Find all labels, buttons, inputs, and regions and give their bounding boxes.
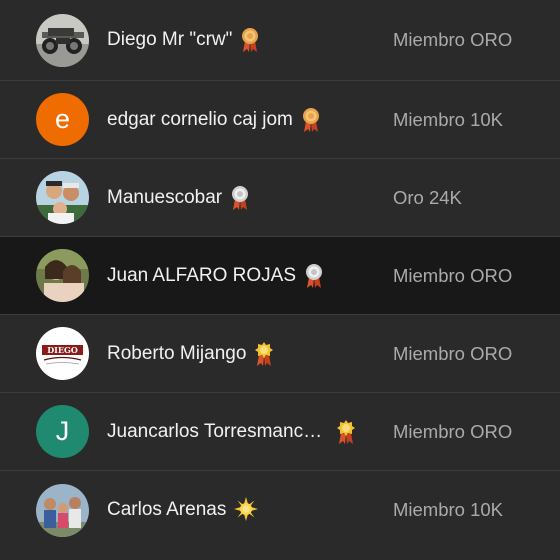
avatar-letter: J xyxy=(55,416,70,446)
member-row[interactable]: Manuescobar Oro 24K xyxy=(0,159,560,237)
sun-icon xyxy=(234,497,259,523)
member-name[interactable]: Manuescobar xyxy=(107,187,222,209)
couple-photo-icon xyxy=(36,249,89,302)
membership-level: Miembro 10K xyxy=(393,499,504,520)
membership-level: Miembro ORO xyxy=(393,29,513,50)
motorcycle-photo-icon xyxy=(36,13,89,67)
membership-level: Miembro ORO xyxy=(393,342,513,364)
silver-medal-icon xyxy=(304,263,324,289)
avatar[interactable] xyxy=(36,171,89,224)
member-row[interactable]: Diego Mr "crw" Miembro ORO xyxy=(0,0,560,81)
member-name[interactable]: Diego Mr "crw" xyxy=(107,29,232,51)
membership-level: Miembro ORO xyxy=(393,264,513,286)
avatar[interactable] xyxy=(36,13,89,67)
membership-level: Oro 24K xyxy=(393,186,462,208)
member-row[interactable]: J Juancarlos Torresmanc… Miembro ORO xyxy=(0,393,560,471)
membership-level: Miembro ORO xyxy=(393,420,513,442)
avatar-letter: e xyxy=(54,104,71,134)
member-name[interactable]: Juancarlos Torresmanc… xyxy=(107,421,322,443)
member-name[interactable]: Roberto Mijango xyxy=(107,343,246,365)
member-row[interactable]: Juan ALFARO ROJAS Miembro ORO xyxy=(0,237,560,315)
member-name[interactable]: edgar cornelio caj jom xyxy=(107,109,293,131)
yellow-medal-icon xyxy=(254,341,274,367)
gold-medal-icon xyxy=(240,27,260,53)
gold-medal-icon xyxy=(301,107,321,133)
family-photo-icon xyxy=(36,483,89,537)
member-name[interactable]: Juan ALFARO ROJAS xyxy=(107,265,296,287)
members-list: Diego Mr "crw" Miembro ORO e edgar corne… xyxy=(0,0,560,560)
svg-text:DIEGO: DIEGO xyxy=(47,345,78,355)
avatar[interactable]: J xyxy=(36,405,89,458)
member-row[interactable]: e edgar cornelio caj jom Miembro 10K xyxy=(0,81,560,159)
membership-level: Miembro 10K xyxy=(393,108,504,130)
avatar[interactable] xyxy=(36,249,89,302)
member-row[interactable]: DIEGO Roberto Mijango Miembro ORO xyxy=(0,315,560,393)
member-name[interactable]: Carlos Arenas xyxy=(107,499,226,521)
silver-medal-icon xyxy=(230,185,250,211)
member-row[interactable]: Carlos Arenas Miembro 10K xyxy=(0,471,560,549)
group-selfie-photo-icon xyxy=(36,171,89,224)
yellow-medal-icon xyxy=(336,419,356,445)
avatar[interactable] xyxy=(36,483,89,537)
diego-logo-icon: DIEGO xyxy=(36,327,89,380)
avatar[interactable]: DIEGO xyxy=(36,327,89,380)
avatar[interactable]: e xyxy=(36,93,89,146)
